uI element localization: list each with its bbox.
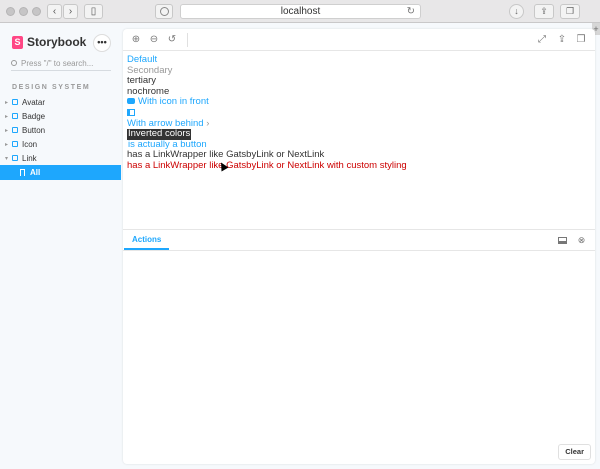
fullscreen-icon[interactable]: ⤢ <box>536 34 548 46</box>
link-tertiary[interactable]: tertiary <box>127 75 587 87</box>
brand-name: Storybook <box>27 35 87 49</box>
sidebar-item-badge[interactable]: ▸ Badge <box>0 109 121 123</box>
link-wrapper[interactable]: has a LinkWrapper like GatsbyLink or Nex… <box>127 149 587 161</box>
link-inverted[interactable]: Inverted colors <box>127 128 587 140</box>
addons-divider <box>123 250 595 251</box>
zoom-reset-icon[interactable]: ↺ <box>166 34 178 46</box>
sidebar-item-label: Avatar <box>22 97 45 107</box>
section-title: DESIGN SYSTEM <box>12 84 91 91</box>
privacy-icon <box>160 7 169 16</box>
sidebar-item-label: Icon <box>22 139 38 149</box>
main-panel: ⊕ ⊖ ↺ ⤢ ⇪ ❐ Default Secondary tertiary n… <box>123 29 595 464</box>
share-button[interactable]: ⇪ <box>534 4 554 19</box>
component-icon <box>12 99 18 105</box>
minimize-window-button[interactable] <box>19 7 28 16</box>
browser-titlebar: ‹ › ▯ localhost ↻ ↓ ⇪ ❐ <box>0 0 600 23</box>
story-tree: ▸ Avatar ▸ Badge ▸ Button ▸ Icon ▾ Link All <box>0 95 121 180</box>
chevron-right-icon: ▸ <box>5 113 9 120</box>
toolbar-divider <box>187 33 188 47</box>
bookmark-icon <box>20 169 25 176</box>
zoom-window-button[interactable] <box>32 7 41 16</box>
downloads-button[interactable]: ↓ <box>509 4 524 19</box>
url-text: localhost <box>280 6 321 17</box>
search-input[interactable]: Press "/" to search... <box>11 59 111 71</box>
brand[interactable]: S Storybook <box>12 35 86 49</box>
chevron-right-icon: ▸ <box>5 99 9 106</box>
sidebar-item-avatar[interactable]: ▸ Avatar <box>0 95 121 109</box>
arrow-right-icon: › <box>206 117 210 129</box>
chevron-down-icon: ▾ <box>5 155 9 162</box>
sidebar-item-label: Badge <box>22 111 46 121</box>
link-with-icon[interactable]: With icon in front <box>127 96 587 108</box>
reload-icon[interactable]: ↻ <box>407 5 415 19</box>
sidebar-menu-button[interactable]: ••• <box>93 34 111 52</box>
open-new-tab-icon[interactable]: ⇪ <box>556 34 568 46</box>
sidebar-item-icon[interactable]: ▸ Icon <box>0 137 121 151</box>
address-bar[interactable]: localhost ↻ <box>180 4 421 19</box>
component-icon <box>12 155 18 161</box>
component-icon <box>12 127 18 133</box>
sidebar-story-all[interactable]: All <box>0 165 121 180</box>
zoom-out-icon[interactable]: ⊖ <box>148 34 160 46</box>
sidebar-toggle-button[interactable]: ▯ <box>84 4 103 19</box>
addons-panel: Actions ⊗ Clear <box>123 229 595 464</box>
link-label: With arrow behind <box>127 117 204 129</box>
link-wrapper-custom[interactable]: has a LinkWrapper like GatsbyLink or Nex… <box>127 160 587 172</box>
link-default[interactable]: Default <box>127 54 587 66</box>
link-secondary[interactable]: Secondary <box>127 65 587 77</box>
tab-actions[interactable]: Actions <box>124 230 170 250</box>
story-label: All <box>30 168 41 177</box>
close-window-button[interactable] <box>6 7 15 16</box>
sidebar-item-link[interactable]: ▾ Link <box>0 151 121 165</box>
link-with-arrow[interactable]: With arrow behind › <box>127 117 587 130</box>
story-preview: Default Secondary tertiary nochrome With… <box>127 54 587 172</box>
clear-button[interactable]: Clear <box>558 444 591 460</box>
link-label: Inverted colors <box>127 128 192 140</box>
component-icon <box>12 141 18 147</box>
sidebar: S Storybook ••• Press "/" to search... D… <box>0 24 121 469</box>
search-icon <box>11 60 17 66</box>
chevron-right-icon: ▸ <box>5 141 9 148</box>
chevron-right-icon: ▸ <box>5 127 9 134</box>
zoom-in-icon[interactable]: ⊕ <box>130 34 142 46</box>
discord-icon <box>127 98 135 104</box>
forward-button[interactable]: › <box>63 4 78 19</box>
storybook-logo-icon: S <box>12 35 23 49</box>
sidebar-item-button[interactable]: ▸ Button <box>0 123 121 137</box>
component-icon <box>12 113 18 119</box>
close-panel-icon[interactable]: ⊗ <box>576 235 587 246</box>
link-label: With icon in front <box>138 96 209 107</box>
preview-toolbar: ⊕ ⊖ ↺ ⤢ ⇪ ❐ <box>123 29 595 51</box>
dock-panel-icon[interactable] <box>558 237 567 244</box>
search-placeholder: Press "/" to search... <box>21 59 94 68</box>
privacy-report-button[interactable] <box>155 4 173 19</box>
sidebar-item-label: Link <box>22 153 37 163</box>
tabs-overview-button[interactable]: ❐ <box>560 4 580 19</box>
back-button[interactable]: ‹ <box>47 4 62 19</box>
sidebar-item-label: Button <box>22 125 46 135</box>
sidebar-icon <box>127 108 135 116</box>
copy-link-icon[interactable]: ❐ <box>575 34 587 46</box>
